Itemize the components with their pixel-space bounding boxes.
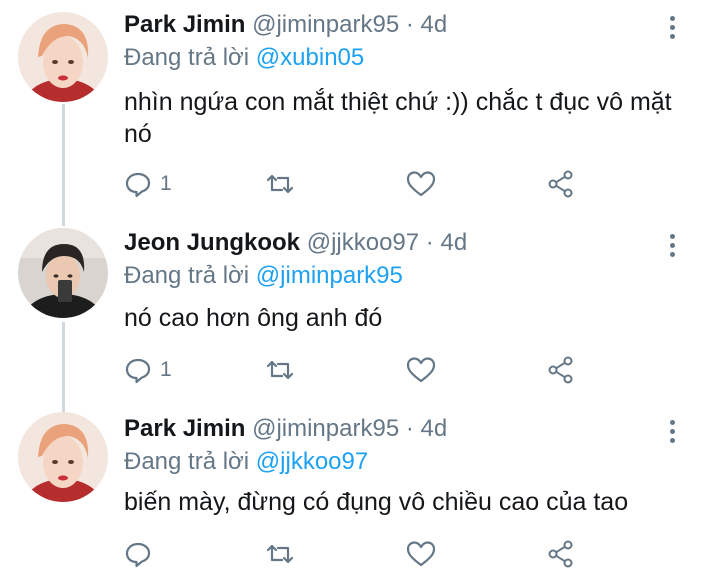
like-button[interactable] (406, 354, 436, 386)
share-button[interactable] (546, 168, 576, 200)
reply-mention-link[interactable]: @jjkkoo97 (256, 448, 368, 475)
timestamp[interactable]: 4d (421, 11, 448, 38)
tweet-header: Park Jimin @jiminpark95 · 4d (124, 8, 447, 42)
avatar[interactable] (18, 412, 108, 502)
user-handle[interactable]: @jiminpark95 (252, 11, 399, 38)
reply-icon (125, 172, 151, 198)
like-icon (406, 541, 436, 567)
tweet[interactable]: Park Jimin @jiminpark95 · 4d Đang trả lờ… (0, 8, 720, 208)
retweet-button[interactable] (264, 168, 296, 200)
avatar[interactable] (18, 228, 108, 318)
reply-prefix: Đang trả lời (124, 262, 250, 289)
user-handle[interactable]: @jjkkoo97 (307, 229, 419, 256)
retweet-button[interactable] (264, 354, 296, 386)
action-bar: 1 (120, 354, 600, 386)
reply-mention-link[interactable]: @xubin05 (256, 44, 364, 71)
person-photo-icon (18, 228, 108, 318)
share-icon (548, 170, 573, 198)
reply-icon (125, 542, 151, 568)
retweet-icon (266, 174, 294, 194)
like-icon (406, 357, 436, 383)
share-icon (548, 356, 573, 384)
tweet[interactable]: Jeon Jungkook @jjkkoo97 · 4d Đang trả lờ… (0, 226, 720, 396)
reply-prefix: Đang trả lời (124, 44, 250, 71)
more-icon[interactable] (664, 420, 680, 450)
share-button[interactable] (546, 538, 576, 570)
tweet-header: Park Jimin @jiminpark95 · 4d (124, 412, 447, 446)
share-button[interactable] (546, 354, 576, 386)
tweet-text: nó cao hơn ông anh đó (124, 304, 383, 332)
reply-icon (125, 358, 151, 384)
reply-context: Đang trả lời @jjkkoo97 (124, 446, 368, 478)
retweet-button[interactable] (264, 538, 296, 570)
reply-count: 1 (160, 358, 172, 381)
user-handle[interactable]: @jiminpark95 (252, 415, 399, 442)
reply-button[interactable]: 1 (124, 354, 172, 386)
action-bar: 1 (120, 168, 600, 200)
timestamp[interactable]: 4d (421, 415, 448, 442)
retweet-icon (266, 360, 294, 380)
person-photo-icon (18, 12, 108, 102)
reply-button[interactable]: 1 (124, 168, 172, 200)
reply-button[interactable] (124, 538, 160, 570)
reply-context: Đang trả lời @xubin05 (124, 42, 364, 74)
reply-context: Đang trả lời @jiminpark95 (124, 260, 403, 292)
reply-count: 1 (160, 172, 172, 195)
tweet[interactable]: Park Jimin @jiminpark95 · 4d Đang trả lờ… (0, 412, 720, 578)
display-name[interactable]: Park Jimin (124, 11, 245, 38)
tweet-text: nhìn ngứa con mắt thiệt chứ :)) chắc t đ… (124, 88, 672, 148)
display-name[interactable]: Park Jimin (124, 415, 245, 442)
retweet-icon (266, 544, 294, 564)
share-icon (548, 540, 573, 568)
more-icon[interactable] (664, 16, 680, 46)
like-button[interactable] (406, 538, 436, 570)
tweet-header: Jeon Jungkook @jjkkoo97 · 4d (124, 226, 467, 260)
separator-dot: · (425, 229, 434, 256)
action-bar (120, 538, 600, 570)
avatar[interactable] (18, 12, 108, 102)
more-icon[interactable] (664, 234, 680, 264)
reply-mention-link[interactable]: @jiminpark95 (256, 262, 403, 289)
separator-dot: · (405, 11, 414, 38)
reply-prefix: Đang trả lời (124, 448, 250, 475)
like-button[interactable] (406, 168, 436, 200)
timestamp[interactable]: 4d (440, 229, 467, 256)
person-photo-icon (18, 412, 108, 502)
like-icon (406, 171, 436, 197)
separator-dot: · (405, 415, 414, 442)
tweet-text: biến mày, đừng có đụng vô chiều cao của … (124, 488, 629, 516)
display-name[interactable]: Jeon Jungkook (124, 229, 300, 256)
